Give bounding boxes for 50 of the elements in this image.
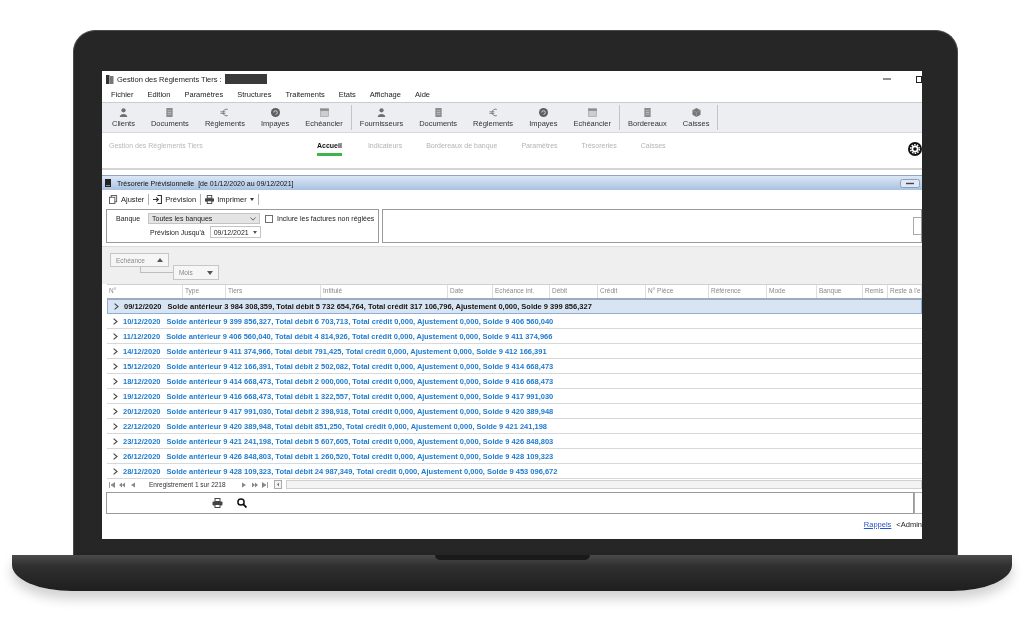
document-icon (642, 107, 652, 117)
chevron-right-icon[interactable] (114, 303, 119, 310)
chevron-right-icon[interactable] (113, 467, 118, 475)
chevron-right-icon[interactable] (113, 347, 118, 355)
chevron-right-icon[interactable] (113, 332, 118, 340)
chevron-right-icon[interactable] (113, 362, 118, 370)
chevron-right-icon[interactable] (113, 407, 118, 415)
pages-icon (109, 195, 118, 204)
last-page-icon[interactable] (261, 481, 268, 488)
printer-icon (205, 195, 215, 204)
chevron-right-icon[interactable] (113, 377, 118, 385)
chevron-right-icon[interactable] (113, 437, 118, 445)
checkbox[interactable] (265, 214, 273, 223)
person-icon (118, 107, 128, 117)
book-icon (105, 179, 111, 187)
caret-icon (252, 230, 257, 234)
previous-icon[interactable] (129, 481, 135, 488)
first-page-icon[interactable] (109, 481, 115, 488)
input-field[interactable] (913, 217, 921, 235)
minimize-icon[interactable] (883, 75, 891, 83)
calendar-icon (319, 107, 329, 117)
previous-page-icon[interactable] (119, 481, 125, 488)
document-icon (433, 107, 443, 117)
disc-icon (270, 107, 280, 117)
cube-icon (691, 107, 701, 117)
person-icon (376, 107, 386, 117)
input-field[interactable] (914, 492, 922, 514)
document-icon (165, 107, 175, 117)
enter-icon (153, 195, 163, 204)
chevron-right-icon[interactable] (113, 392, 118, 400)
next-page-icon[interactable] (251, 481, 258, 488)
app-icon (106, 74, 114, 84)
chevron-right-icon[interactable] (113, 422, 118, 430)
search-icon[interactable] (237, 498, 247, 508)
euro-icon (488, 107, 498, 117)
calendar-icon (587, 107, 597, 117)
printer-icon[interactable] (212, 498, 223, 508)
disc-icon (538, 107, 548, 117)
maximize-icon[interactable] (916, 75, 922, 83)
settings-icon[interactable] (908, 142, 922, 156)
next-icon[interactable] (241, 481, 248, 488)
collapse-button[interactable] (900, 178, 920, 188)
scrollbar-track[interactable] (285, 480, 922, 489)
euro-icon (220, 107, 230, 117)
chevron-right-icon[interactable] (113, 317, 118, 325)
chevron-right-icon[interactable] (113, 452, 118, 460)
group-connector (139, 267, 173, 273)
chevron-down-icon (250, 216, 256, 221)
caret-icon (249, 198, 254, 201)
scroll-left-icon[interactable] (273, 480, 282, 489)
